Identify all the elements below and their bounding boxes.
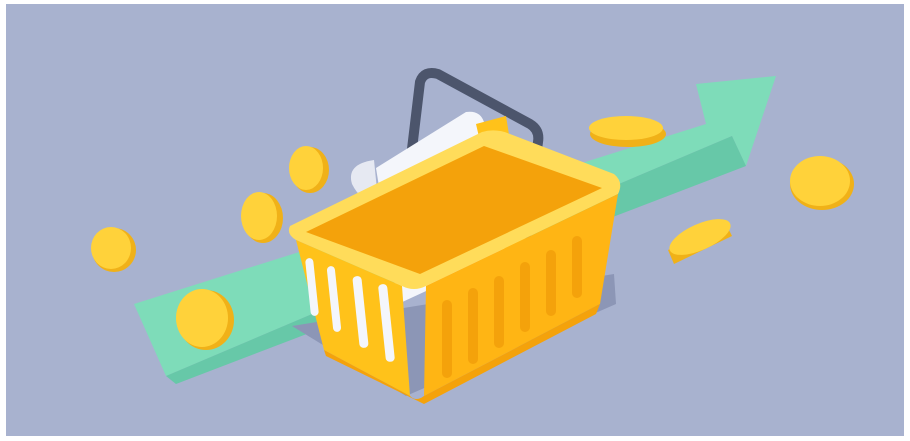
coin-icon xyxy=(289,146,329,193)
illustration-svg xyxy=(91,68,854,404)
illustration-frame xyxy=(0,0,910,441)
illustration-scene xyxy=(6,4,904,436)
basket-icon xyxy=(288,130,621,404)
coin-icon xyxy=(91,227,136,272)
coin-icon xyxy=(241,192,283,243)
coin-icon xyxy=(790,156,854,210)
coin-icon xyxy=(589,116,666,147)
coin-icon xyxy=(668,219,732,264)
